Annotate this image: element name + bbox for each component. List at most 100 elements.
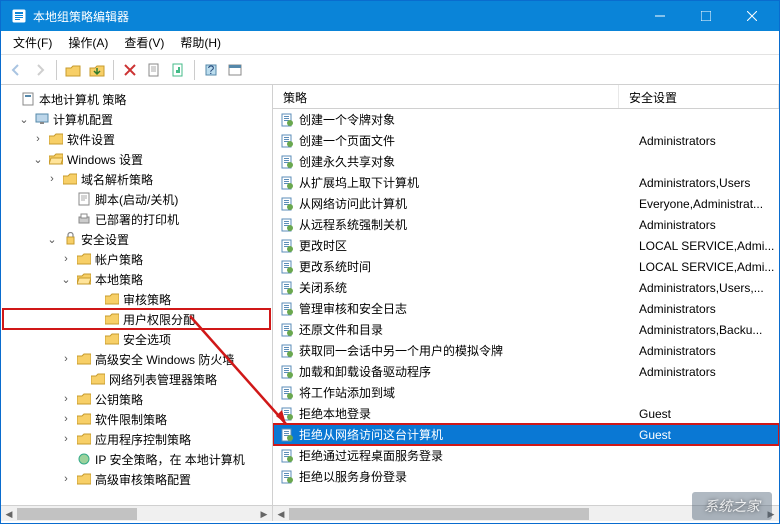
refresh-button[interactable] <box>224 59 246 81</box>
item-value: Guest <box>639 428 779 442</box>
tree-printers[interactable]: 已部署的打印机 <box>3 209 270 229</box>
watermark: 系统之家 <box>692 492 772 520</box>
tree-label: 高级审核策略配置 <box>95 471 191 488</box>
list-row[interactable]: 拒绝通过远程桌面服务登录 <box>273 445 779 466</box>
tree-windows[interactable]: ⌄Windows 设置 <box>3 149 270 169</box>
menu-help[interactable]: 帮助(H) <box>172 31 229 54</box>
tree-label: 应用程序控制策略 <box>95 431 191 448</box>
tree-security[interactable]: ⌄安全设置 <box>3 229 270 249</box>
tree-account[interactable]: ›帐户策略 <box>3 249 270 269</box>
tree[interactable]: 本地计算机 策略 ⌄计算机配置 ›软件设置 ⌄Windows 设置 ›域名解析策… <box>1 85 272 505</box>
list-row[interactable]: 还原文件和目录Administrators,Backu... <box>273 319 779 340</box>
list-row[interactable]: 创建永久共享对象 <box>273 151 779 172</box>
tree-software[interactable]: ›软件设置 <box>3 129 270 149</box>
list-row[interactable]: 将工作站添加到域 <box>273 382 779 403</box>
list-row[interactable]: 获取同一会话中另一个用户的模拟令牌Administrators <box>273 340 779 361</box>
item-name: 更改时区 <box>299 237 639 254</box>
menu-action[interactable]: 操作(A) <box>60 31 116 54</box>
minimize-button[interactable] <box>637 1 683 31</box>
tree-hscroll[interactable]: ◀ ▶ <box>1 505 272 521</box>
delete-button[interactable] <box>119 59 141 81</box>
forward-button[interactable] <box>29 59 51 81</box>
list-body[interactable]: 创建一个令牌对象创建一个页面文件Administrators 创建永久共享对象从扩… <box>273 109 779 505</box>
item-name: 获取同一会话中另一个用户的模拟令牌 <box>299 342 639 359</box>
scroll-thumb[interactable] <box>17 508 137 520</box>
tree-computer-config[interactable]: ⌄计算机配置 <box>3 109 270 129</box>
tree-softrestr[interactable]: ›软件限制策略 <box>3 409 270 429</box>
tree-appctrl[interactable]: ›应用程序控制策略 <box>3 429 270 449</box>
policy-item-icon <box>279 259 295 275</box>
list-row[interactable]: 从远程系统强制关机Administrators <box>273 214 779 235</box>
close-button[interactable] <box>729 1 775 31</box>
menu-file[interactable]: 文件(F) <box>5 31 60 54</box>
list-row[interactable]: 管理审核和安全日志Administrators <box>273 298 779 319</box>
tree-firewall[interactable]: ›高级安全 Windows 防火墙 <box>3 349 270 369</box>
tree-root[interactable]: 本地计算机 策略 <box>3 89 270 109</box>
folder-icon <box>62 171 78 187</box>
show-button[interactable] <box>86 59 108 81</box>
tree-dns[interactable]: ›域名解析策略 <box>3 169 270 189</box>
tree-pane: 本地计算机 策略 ⌄计算机配置 ›软件设置 ⌄Windows 设置 ›域名解析策… <box>1 85 273 521</box>
folder-open-icon <box>48 151 64 167</box>
tree-label: 审核策略 <box>123 291 171 308</box>
tree-label: 域名解析策略 <box>81 171 153 188</box>
up-button[interactable] <box>62 59 84 81</box>
folder-icon <box>76 391 92 407</box>
item-name: 更改系统时间 <box>299 258 639 275</box>
tree-pubkey[interactable]: ›公钥策略 <box>3 389 270 409</box>
menu-view[interactable]: 查看(V) <box>116 31 172 54</box>
tree-ipsec[interactable]: IP 安全策略，在 本地计算机 <box>3 449 270 469</box>
item-name: 拒绝从网络访问这台计算机 <box>299 426 639 443</box>
folder-icon <box>76 411 92 427</box>
scroll-left-icon[interactable]: ◀ <box>273 506 289 522</box>
ipsec-icon <box>76 451 92 467</box>
list-row[interactable]: 创建一个令牌对象 <box>273 109 779 130</box>
script-icon <box>76 191 92 207</box>
content-area: 本地计算机 策略 ⌄计算机配置 ›软件设置 ⌄Windows 设置 ›域名解析策… <box>1 85 779 521</box>
col-setting[interactable]: 安全设置 <box>619 85 779 108</box>
tree-label: IP 安全策略，在 本地计算机 <box>95 451 245 468</box>
export-button[interactable] <box>143 59 165 81</box>
list-row[interactable]: 更改系统时间LOCAL SERVICE,Admi... <box>273 256 779 277</box>
list-row[interactable]: 加载和卸载设备驱动程序Administrators <box>273 361 779 382</box>
scroll-right-icon[interactable]: ▶ <box>256 506 272 522</box>
list-row[interactable]: 拒绝以服务身份登录 <box>273 466 779 487</box>
list-row[interactable]: 从扩展坞上取下计算机Administrators,Users <box>273 172 779 193</box>
policy-item-icon <box>279 217 295 233</box>
item-value: Administrators <box>639 344 779 358</box>
item-value: Administrators,Backu... <box>639 323 779 337</box>
policy-item-icon <box>279 427 295 443</box>
tree-netlist[interactable]: 网络列表管理器策略 <box>3 369 270 389</box>
item-name: 创建一个令牌对象 <box>299 111 639 128</box>
toolbar-separator <box>194 60 195 80</box>
list-row[interactable]: 拒绝本地登录Guest <box>273 403 779 424</box>
list-row[interactable]: 关闭系统Administrators,Users,... <box>273 277 779 298</box>
tree-local[interactable]: ⌄本地策略 <box>3 269 270 289</box>
col-policy[interactable]: 策略 <box>273 85 619 108</box>
item-name: 创建永久共享对象 <box>299 153 639 170</box>
help-button[interactable]: ? <box>200 59 222 81</box>
maximize-button[interactable] <box>683 1 729 31</box>
item-name: 从远程系统强制关机 <box>299 216 639 233</box>
tree-secopt[interactable]: 安全选项 <box>3 329 270 349</box>
list-row[interactable]: 从网络访问此计算机Everyone,Administrat... <box>273 193 779 214</box>
policy-item-icon <box>279 238 295 254</box>
list-row[interactable]: 创建一个页面文件Administrators <box>273 130 779 151</box>
tree-script[interactable]: 脚本(启动/关机) <box>3 189 270 209</box>
item-value: Administrators,Users <box>639 176 779 190</box>
scroll-left-icon[interactable]: ◀ <box>1 506 17 522</box>
list-row[interactable]: 更改时区LOCAL SERVICE,Admi... <box>273 235 779 256</box>
policy-item-icon <box>279 364 295 380</box>
item-value: Administrators,Users,... <box>639 281 779 295</box>
policy-item-icon <box>279 133 295 149</box>
tree-label: 软件设置 <box>67 131 115 148</box>
list-header: 策略 安全设置 <box>273 85 779 109</box>
tree-advaudit[interactable]: ›高级审核策略配置 <box>3 469 270 489</box>
list-row[interactable]: 拒绝从网络访问这台计算机Guest <box>273 424 779 445</box>
scroll-thumb[interactable] <box>289 508 589 520</box>
properties-button[interactable] <box>167 59 189 81</box>
folder-icon <box>48 131 64 147</box>
tree-audit[interactable]: 审核策略 <box>3 289 270 309</box>
tree-user-rights[interactable]: 用户权限分配 <box>3 309 270 329</box>
back-button[interactable] <box>5 59 27 81</box>
